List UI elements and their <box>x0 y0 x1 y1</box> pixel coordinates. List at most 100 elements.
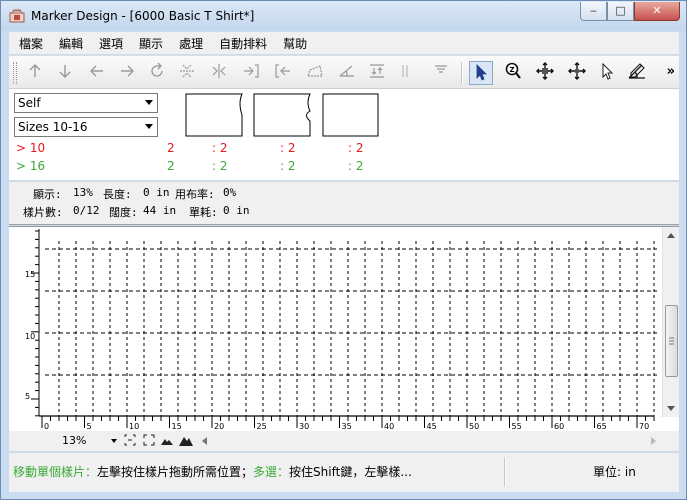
pieces-panel: Self Sizes 10-16 > 10 2 : 2 : 2 : 2 > 16… <box>9 89 679 180</box>
unit-indicator: 單位: in <box>593 465 636 479</box>
layer-select[interactable]: Self <box>14 93 158 113</box>
scroll-left-icon[interactable] <box>202 437 207 445</box>
piece-thumbnail-sleeve[interactable] <box>322 93 380 137</box>
toolbar: Z » <box>9 55 679 89</box>
y-tick-label: 15 <box>25 270 35 279</box>
size-row-16[interactable]: > 16 2 : 2 : 2 : 2 <box>16 159 376 175</box>
chevron-down-icon <box>145 100 153 105</box>
vertical-scrollbar[interactable] <box>662 227 679 417</box>
scroll-thumb[interactable] <box>665 305 678 377</box>
move-piece-icon[interactable] <box>565 61 589 85</box>
marker-canvas-area[interactable]: 0 5 10 15 20 25 30 35 40 45 50 55 60 65 70 15 10 5 <box>9 226 679 431</box>
angle-icon[interactable] <box>335 61 359 85</box>
size-label: > 10 <box>16 141 46 155</box>
piece-count-2: : 2 <box>280 159 296 173</box>
select-arrow-icon[interactable] <box>469 61 493 85</box>
close-button[interactable]: ✕ <box>634 2 680 21</box>
x-tick-label: 15 <box>172 422 182 431</box>
piece-thumbnail-back[interactable] <box>253 93 315 137</box>
size-row-10[interactable]: > 10 2 : 2 : 2 : 2 <box>16 141 376 157</box>
size-select[interactable]: Sizes 10-16 <box>14 117 158 137</box>
size-label: > 16 <box>16 159 46 173</box>
move-up-icon[interactable] <box>23 61 47 85</box>
piece-count-3: : 2 <box>348 141 364 155</box>
piece-count-3: : 2 <box>348 159 364 173</box>
menu-help[interactable]: 幫助 <box>275 35 315 52</box>
menu-process[interactable]: 處理 <box>171 35 211 52</box>
status-multiselect-text: 按住Shift鍵，左擊樣... <box>289 465 412 479</box>
piece-thumbnail-front[interactable] <box>185 93 247 137</box>
move-cross-icon[interactable] <box>533 61 557 85</box>
chevron-down-icon <box>111 439 117 443</box>
menu-view[interactable]: 顯示 <box>131 35 171 52</box>
zoom-value: 13% <box>62 434 87 447</box>
piece-count-2: : 2 <box>280 141 296 155</box>
length-label: 長度: <box>103 188 132 201</box>
menu-icon[interactable] <box>429 61 453 85</box>
marker-canvas[interactable]: 0 5 10 15 20 25 30 35 40 45 50 55 60 65 70 15 10 5 <box>9 227 662 432</box>
flip-vertical-icon[interactable] <box>175 61 199 85</box>
status-hint-title: 移動單個樣片： <box>13 465 98 479</box>
x-tick-label: 55 <box>512 422 522 431</box>
display-label: 顯示: <box>33 188 62 201</box>
zoom-icon[interactable]: Z <box>501 61 525 85</box>
svg-text:Z: Z <box>509 66 514 74</box>
status-hint-text: 左擊按住樣片拖動所需位置； <box>97 465 254 479</box>
fold-icon[interactable] <box>303 61 327 85</box>
x-tick-label: 50 <box>469 422 479 431</box>
piece-count-1: : 2 <box>212 159 228 173</box>
y-tick-label: 5 <box>25 392 30 401</box>
push-right-icon[interactable] <box>239 61 263 85</box>
y-tick-label: 10 <box>25 332 35 341</box>
toolbar-separator <box>461 62 463 84</box>
toolbar-overflow-button[interactable]: » <box>667 64 675 79</box>
app-icon <box>9 9 25 23</box>
fit-page-icon[interactable] <box>123 434 137 448</box>
x-tick-label: 25 <box>257 422 267 431</box>
menu-options[interactable]: 選項 <box>91 35 131 52</box>
scroll-up-icon[interactable] <box>667 233 675 238</box>
scroll-down-icon[interactable] <box>667 406 675 411</box>
window-title: Marker Design - [6000 Basic T Shirt*] <box>31 9 255 23</box>
scroll-right-icon[interactable] <box>651 437 656 445</box>
menu-edit[interactable]: 編輯 <box>51 35 91 52</box>
length-value: 0 in <box>143 186 170 199</box>
move-left-icon[interactable] <box>85 61 109 85</box>
menu-auto-nest[interactable]: 自動排料 <box>211 35 275 52</box>
align-icon[interactable] <box>365 61 389 85</box>
mountain-small-icon[interactable] <box>160 434 174 448</box>
flip-horizontal-icon[interactable] <box>207 61 231 85</box>
app-window: Marker Design - [6000 Basic T Shirt*] ‒ … <box>0 0 687 500</box>
minimize-button[interactable]: ‒ <box>580 2 607 21</box>
usage-value: 0% <box>223 186 237 199</box>
x-tick-label: 0 <box>44 422 49 431</box>
menu-bar: 檔案 編輯 選項 顯示 處理 自動排料 幫助 <box>9 32 679 54</box>
mountain-large-icon[interactable] <box>179 434 193 448</box>
rotate-icon[interactable] <box>145 61 169 85</box>
x-tick-label: 45 <box>427 422 437 431</box>
fit-all-icon[interactable] <box>142 434 156 448</box>
zoom-select[interactable]: 13% <box>42 433 120 449</box>
x-tick-label: 65 <box>597 422 607 431</box>
x-tick-label: 5 <box>87 422 92 431</box>
push-left-icon[interactable] <box>271 61 295 85</box>
measure-icon[interactable] <box>625 61 649 85</box>
consumption-value: 0 in <box>223 204 250 217</box>
pointer-icon[interactable] <box>595 61 619 85</box>
split-icon[interactable] <box>393 61 417 85</box>
menu-file[interactable]: 檔案 <box>11 35 51 52</box>
pieces-label: 樣片數: <box>23 206 63 219</box>
move-right-icon[interactable] <box>115 61 139 85</box>
maximize-button[interactable]: □ <box>607 2 634 21</box>
title-bar[interactable]: Marker Design - [6000 Basic T Shirt*] ‒ … <box>1 1 686 31</box>
toolbar-grip[interactable] <box>13 62 17 84</box>
display-value: 13% <box>73 186 93 199</box>
status-bar: 移動單個樣片：左擊按住樣片拖動所需位置；多選：按住Shift鍵，左擊樣... 單… <box>9 452 679 492</box>
x-tick-label: 60 <box>554 422 564 431</box>
move-down-icon[interactable] <box>53 61 77 85</box>
x-tick-label: 10 <box>129 422 139 431</box>
x-tick-label: 30 <box>299 422 309 431</box>
marker-info-panel: 顯示: 13% 長度: 0 in 用布率: 0% 樣片數: 0/12 闊度: 4… <box>9 181 679 225</box>
layer-select-value: Self <box>18 96 41 110</box>
status-message: 移動單個樣片：左擊按住樣片拖動所需位置；多選：按住Shift鍵，左擊樣... <box>13 463 412 480</box>
